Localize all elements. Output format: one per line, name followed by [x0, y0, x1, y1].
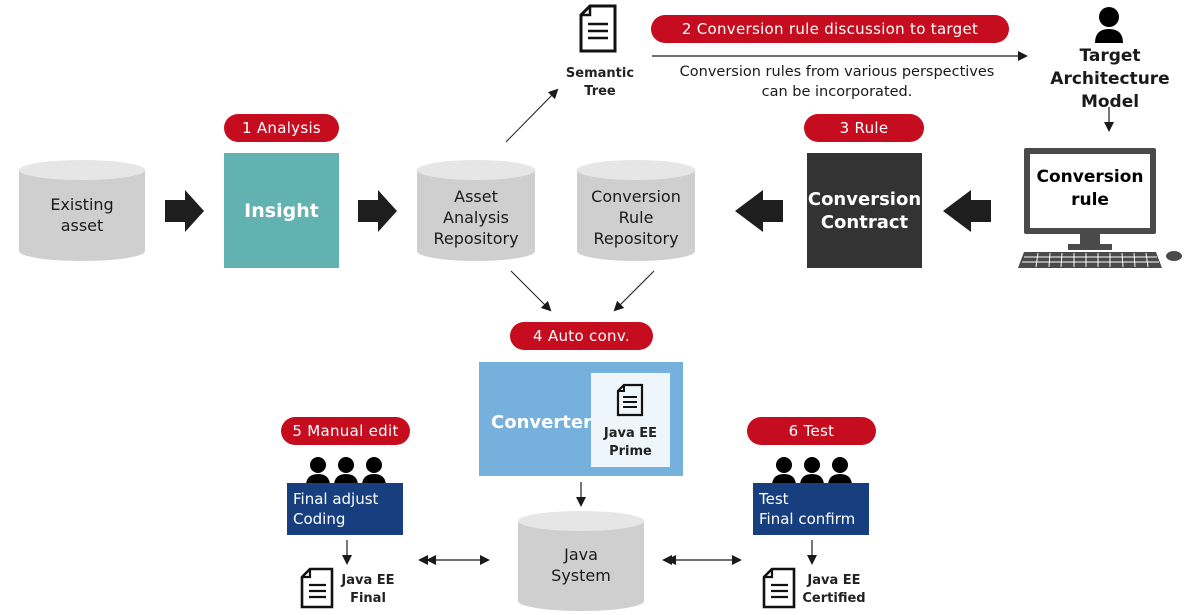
target-architecture-model-label: Target Architecture Model	[1050, 46, 1170, 112]
step-4-badge: 4 Auto conv.	[510, 322, 653, 350]
test-final-confirm-box: Test Final confirm	[753, 483, 869, 535]
arrow-rule-repo-to-converter	[613, 270, 655, 312]
java-ee-certified-label: Java EE Certified	[802, 573, 866, 606]
converter-box: Converter Java EE Prime	[479, 362, 683, 476]
block-arrow-left-2	[943, 190, 991, 232]
semantic-tree-document-icon	[579, 4, 617, 53]
step-3-badge: 3 Rule	[804, 114, 924, 142]
conversion-rule-repository-label: Conversion Rule Repository	[591, 186, 681, 248]
team-icon-test	[772, 457, 852, 486]
existing-asset-db: Existing asset	[19, 160, 145, 261]
java-ee-prime-card: Java EE Prime	[591, 373, 670, 467]
java-system-label: Java System	[551, 545, 611, 586]
conversion-rule-screen-label: Conversion rule	[1036, 167, 1144, 210]
block-arrow-left-1	[735, 190, 783, 232]
step-6-badge: 6 Test	[747, 417, 876, 445]
asset-analysis-repository-label: Asset Analysis Repository	[433, 186, 519, 248]
team-icon-manual-edit	[306, 457, 386, 486]
arrow-asset-repo-to-converter	[510, 270, 552, 312]
arrowhead-left-2	[662, 555, 672, 565]
converter-label: Converter	[491, 412, 592, 433]
rules-note: Conversion rules from various perspectiv…	[679, 64, 995, 100]
final-adjust-coding-box: Final adjust Coding	[287, 483, 403, 535]
java-ee-final-document-icon	[300, 567, 334, 609]
step-2-badge: 2 Conversion rule discussion to target	[651, 15, 1009, 43]
block-arrow-right-1	[165, 190, 204, 232]
insight-box: Insight	[224, 153, 339, 268]
step-5-badge: 5 Manual edit	[281, 417, 410, 445]
java-ee-final-label: Java EE Final	[341, 573, 395, 606]
step-1-badge: 1 Analysis	[224, 114, 339, 142]
java-system-db: Java System	[518, 511, 644, 611]
conversion-contract-box: Conversion Contract	[807, 153, 922, 268]
java-ee-prime-label: Java EE Prime	[603, 426, 658, 459]
document-icon	[616, 383, 644, 417]
asset-analysis-repository-db: Asset Analysis Repository	[417, 160, 535, 261]
arrowhead-left-1	[418, 555, 428, 565]
block-arrow-right-2	[358, 190, 397, 232]
person-icon	[1095, 7, 1123, 43]
existing-asset-label: Existing asset	[50, 194, 114, 235]
java-ee-certified-document-icon	[762, 567, 796, 609]
arrow-to-semantic-tree	[505, 88, 559, 143]
semantic-tree-label: Semantic Tree	[565, 66, 635, 99]
conversion-rule-repository-db: Conversion Rule Repository	[577, 160, 695, 261]
